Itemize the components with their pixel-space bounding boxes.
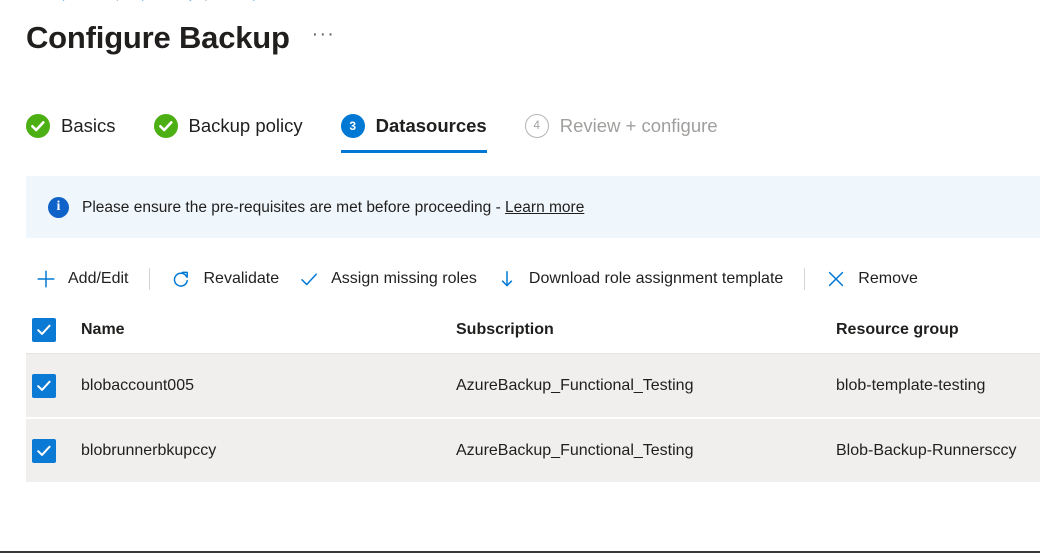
command-label: Download role assignment template xyxy=(528,270,784,287)
page-title: Configure Backup xyxy=(26,20,290,55)
select-all-checkbox[interactable] xyxy=(32,317,56,342)
column-header-name[interactable]: Name xyxy=(76,321,456,339)
page-header: Configure Backup ··· xyxy=(0,0,1040,58)
info-banner-text: Please ensure the pre-requisites are met… xyxy=(82,197,584,218)
check-circle-icon xyxy=(26,113,50,138)
breadcrumb-item-0[interactable]: Backup vaults xyxy=(26,0,107,1)
toolbar-divider xyxy=(149,268,151,290)
wizard-step-backup-policy[interactable]: Backup policy xyxy=(153,108,303,153)
cell-name: blobaccount005 xyxy=(81,376,194,394)
revalidate-button[interactable]: Revalidate xyxy=(161,262,289,296)
close-x-icon xyxy=(826,269,846,289)
wizard-step-label: Datasources xyxy=(375,114,487,136)
wizard-step-basics[interactable]: Basics xyxy=(26,108,116,153)
row-checkbox[interactable] xyxy=(32,373,56,398)
cell-name: blobrunnerbkupccy xyxy=(81,441,217,459)
step-number-badge: 4 xyxy=(524,113,549,138)
cell-subscription: AzureBackup_Functional_Testing xyxy=(456,441,694,459)
row-checkbox[interactable] xyxy=(32,438,56,463)
download-role-assignment-template-button[interactable]: Download role assignment template xyxy=(487,262,793,296)
toolbar-divider xyxy=(804,268,806,290)
step-number-badge: 3 xyxy=(340,113,365,138)
breadcrumb-separator: | xyxy=(199,0,212,1)
wizard-step-datasources[interactable]: 3 Datasources xyxy=(340,108,487,153)
wizard-step-label: Review + configure xyxy=(559,114,718,136)
info-banner: i Please ensure the pre-requisites are m… xyxy=(26,176,1040,238)
command-label: Assign missing roles xyxy=(331,270,477,287)
command-label: Revalidate xyxy=(203,270,280,287)
remove-button[interactable]: Remove xyxy=(816,262,928,296)
table-row[interactable]: blobrunnerbkupccy AzureBackup_Functional… xyxy=(26,419,1040,484)
cell-subscription: AzureBackup_Functional_Testing xyxy=(456,376,694,394)
cell-resource-group: blob-template-testing xyxy=(836,376,986,394)
column-header-resource-group[interactable]: Resource group xyxy=(836,321,1040,339)
wizard-step-review-configure[interactable]: 4 Review + configure xyxy=(524,108,718,153)
select-all-cell xyxy=(26,317,76,342)
wizard-stepper: Basics Backup policy 3 Datasources 4 Rev… xyxy=(0,108,1040,153)
breadcrumb-separator: | xyxy=(111,0,124,1)
checkmark-icon xyxy=(299,269,319,289)
breadcrumb-item-1[interactable]: bkpvaultccy xyxy=(128,0,196,1)
refresh-icon xyxy=(171,269,191,289)
download-arrow-icon xyxy=(497,269,517,289)
command-label: Remove xyxy=(858,270,918,287)
info-icon: i xyxy=(48,196,69,218)
more-options-button[interactable]: ··· xyxy=(308,25,339,51)
check-circle-icon xyxy=(153,113,178,138)
command-bar: Add/Edit Revalidate Assign missing roles… xyxy=(0,258,1040,300)
breadcrumb[interactable]: Backup vaults | bkpvaultccy | Backup ins… xyxy=(26,0,1026,6)
info-banner-message: Please ensure the pre-requisites are met… xyxy=(82,198,506,216)
command-label: Add/Edit xyxy=(68,270,129,287)
row-select-cell xyxy=(26,438,76,463)
column-header-subscription[interactable]: Subscription xyxy=(456,321,836,339)
wizard-step-label: Backup policy xyxy=(188,114,303,136)
row-select-cell xyxy=(26,373,76,398)
table-row[interactable]: blobaccount005 AzureBackup_Functional_Te… xyxy=(26,354,1040,419)
breadcrumb-item-2[interactable]: Backup instances xyxy=(216,0,318,1)
datasources-table: Name Subscription Resource group blobacc… xyxy=(26,306,1040,484)
add-edit-button[interactable]: Add/Edit xyxy=(26,262,138,296)
learn-more-link[interactable]: Learn more xyxy=(505,199,584,216)
assign-missing-roles-button[interactable]: Assign missing roles xyxy=(289,262,487,296)
wizard-step-label: Basics xyxy=(61,114,116,136)
plus-icon xyxy=(36,269,56,289)
cell-resource-group: Blob-Backup-Runnersccy xyxy=(836,441,1017,459)
table-header-row: Name Subscription Resource group xyxy=(26,306,1040,354)
